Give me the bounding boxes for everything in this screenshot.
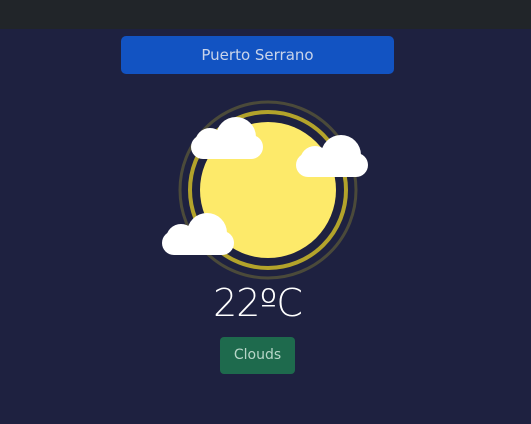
condition-badge: Clouds	[220, 337, 295, 374]
cloud-top-left	[191, 117, 263, 159]
weather-app: Puerto Serrano 22ºC Clouds	[0, 29, 531, 424]
browser-top-bar	[0, 0, 531, 29]
sun-with-clouds-icon	[162, 100, 368, 280]
temperature-readout: 22ºC	[213, 281, 303, 325]
